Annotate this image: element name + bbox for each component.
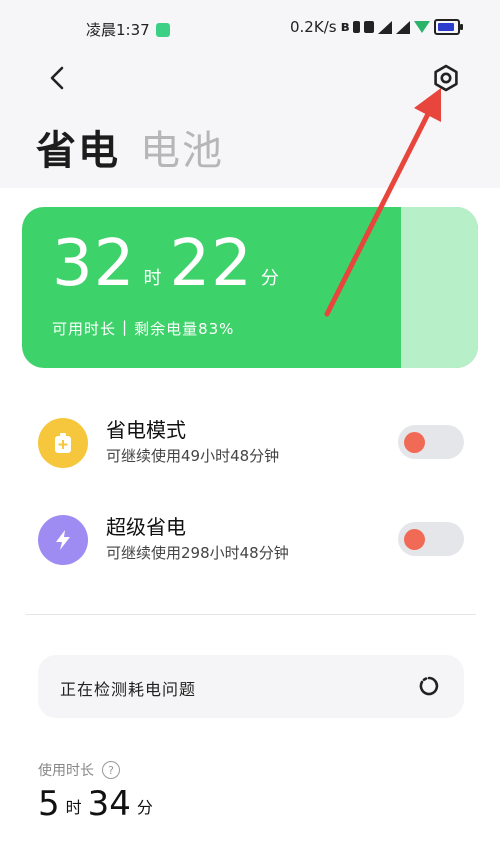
wifi-icon [414, 21, 431, 33]
app-notification-icon [155, 22, 170, 37]
signal-2-icon [396, 20, 411, 34]
vibrate-icon [364, 21, 375, 33]
gear-icon [434, 64, 458, 92]
separator: | [122, 318, 129, 336]
toggle-knob [404, 432, 425, 453]
detect-text: 正在检测耗电问题 [60, 680, 197, 699]
remaining-hours: 32 [52, 227, 136, 301]
battery-plus-icon [38, 418, 88, 468]
signal-1-icon [378, 20, 393, 34]
usage-hours: 5 [38, 784, 60, 824]
network-speed: 0.2K/s [290, 18, 337, 36]
loading-spinner-icon [419, 676, 439, 696]
status-right-group: 0.2K/s ʙ [290, 18, 464, 36]
power-saving-toggle[interactable] [398, 425, 464, 459]
usage-label-text: 使用时长 [38, 763, 94, 779]
hours-unit: 时 [143, 268, 162, 289]
lightning-icon [38, 515, 88, 565]
usage-minutes-unit: 分 [136, 798, 153, 817]
tab-battery[interactable]: 电池 [140, 118, 224, 176]
usage-hours-unit: 时 [65, 798, 82, 817]
usage-minutes: 34 [87, 784, 131, 824]
battery-status-icon [434, 19, 464, 35]
battery-level-extra-bar [401, 207, 478, 368]
battery-subtitle: 可用时长 | 剩余电量83% [52, 318, 234, 339]
mode-desc: 可继续使用49小时48分钟 [106, 447, 280, 465]
sim-icon [353, 21, 361, 33]
mode-title: 超级省电 [106, 515, 186, 539]
detect-power-issues-card[interactable]: 正在检测耗电问题 [38, 655, 464, 718]
toggle-knob [404, 529, 425, 550]
status-time-group: 凌晨1:37 [86, 19, 170, 40]
available-label: 可用时长 [52, 320, 117, 338]
remaining-percent-label: 剩余电量83% [134, 320, 235, 338]
divider [26, 614, 476, 615]
mode-desc: 可继续使用298小时48分钟 [106, 544, 289, 562]
bluetooth-icon: ʙ [340, 19, 350, 35]
power-saving-mode-row[interactable]: 省电模式 可继续使用49小时48分钟 [38, 413, 468, 473]
status-time: 凌晨1:37 [86, 21, 150, 39]
usage-duration-label: 使用时长 ? [38, 760, 120, 780]
ultra-power-saving-row[interactable]: 超级省电 可继续使用298小时48分钟 [38, 510, 468, 570]
help-icon[interactable]: ? [102, 761, 120, 779]
status-bar: 凌晨1:37 0.2K/s ʙ [0, 0, 500, 58]
usage-duration-value: 5 时 34 分 [38, 786, 159, 822]
page-title[interactable]: 省电 [36, 118, 120, 176]
mode-title: 省电模式 [106, 418, 186, 442]
remaining-minutes: 22 [169, 227, 253, 301]
minutes-unit: 分 [260, 268, 279, 289]
ultra-power-saving-toggle[interactable] [398, 522, 464, 556]
back-button[interactable] [44, 64, 72, 92]
remaining-time: 32 时 22 分 [52, 232, 287, 296]
chevron-left-icon [50, 66, 64, 90]
settings-button[interactable] [432, 64, 460, 92]
